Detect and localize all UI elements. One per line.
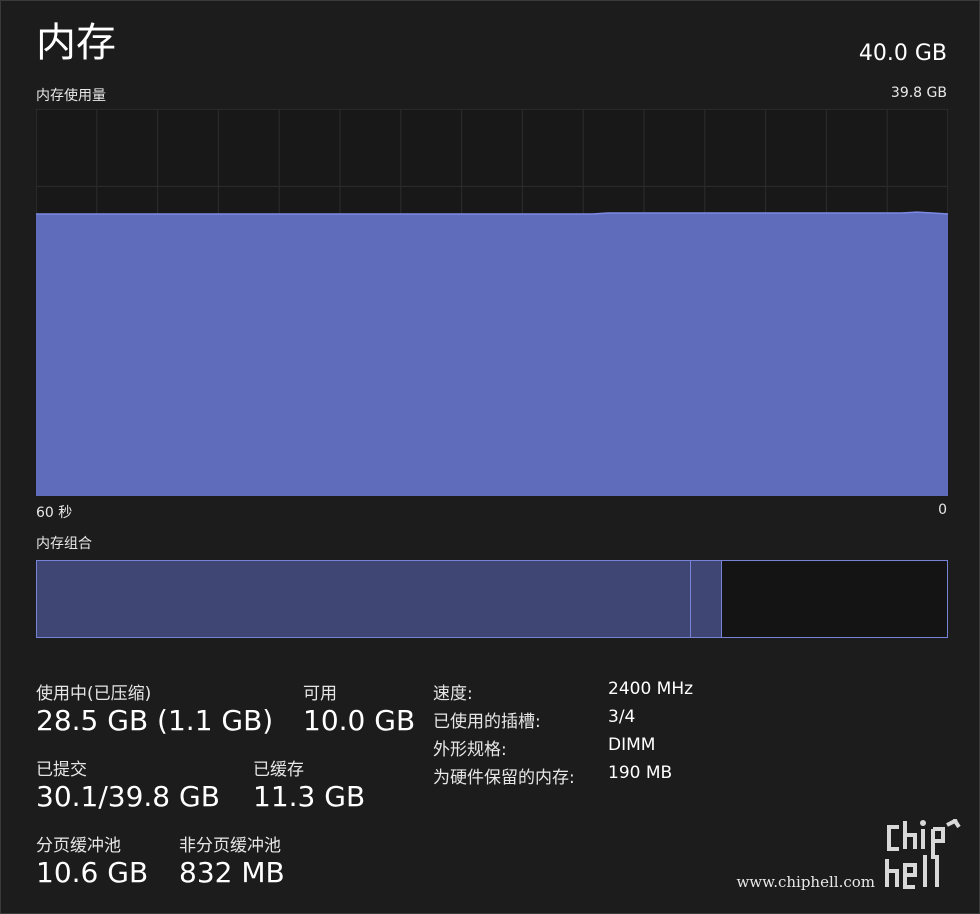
chiphell-logo-icon (885, 819, 961, 889)
nonpaged-pool-value: 832 MB (179, 856, 285, 889)
committed-label: 已提交 (36, 760, 87, 780)
form-factor-value: DIMM (608, 735, 656, 755)
paged-pool-label: 分页缓冲池 (36, 836, 121, 856)
memory-usage-chart-svg (36, 109, 948, 496)
memory-usage-area (36, 212, 948, 496)
hardware-reserved-key: 为硬件保留的内存: (433, 768, 575, 788)
memory-composition-bar (36, 560, 948, 638)
available-label: 可用 (303, 684, 337, 704)
composition-label: 内存组合 (36, 536, 92, 552)
cached-value: 11.3 GB (253, 780, 366, 813)
chart-x-right-label: 0 (938, 502, 947, 518)
in-use-value: 28.5 GB (1.1 GB) (36, 704, 274, 737)
usage-chart-max-label: 39.8 GB (890, 85, 947, 101)
slots-value: 3/4 (608, 707, 636, 727)
composition-free-segment (722, 561, 947, 637)
form-factor-key: 外形规格: (433, 740, 507, 760)
composition-modified-segment (691, 561, 723, 637)
committed-value: 30.1/39.8 GB (36, 780, 220, 813)
total-capacity: 40.0 GB (858, 41, 947, 66)
in-use-label: 使用中(已压缩) (36, 684, 152, 704)
paged-pool-value: 10.6 GB (36, 856, 149, 889)
available-value: 10.0 GB (303, 704, 416, 737)
composition-in-use-segment (37, 561, 692, 637)
speed-value: 2400 MHz (608, 679, 694, 699)
chart-x-left-label: 60 秒 (36, 505, 73, 521)
page-title: 内存 (36, 20, 116, 66)
hardware-reserved-value: 190 MB (608, 763, 673, 783)
slots-key: 已使用的插槽: (433, 712, 541, 732)
cached-label: 已缓存 (253, 760, 304, 780)
watermark-url: www.chiphell.com (736, 873, 875, 891)
nonpaged-pool-label: 非分页缓冲池 (179, 836, 281, 856)
speed-key: 速度: (433, 684, 473, 704)
memory-usage-chart (36, 109, 948, 496)
watermark: www.chiphell.com (736, 819, 963, 891)
usage-chart-label: 内存使用量 (36, 88, 106, 104)
